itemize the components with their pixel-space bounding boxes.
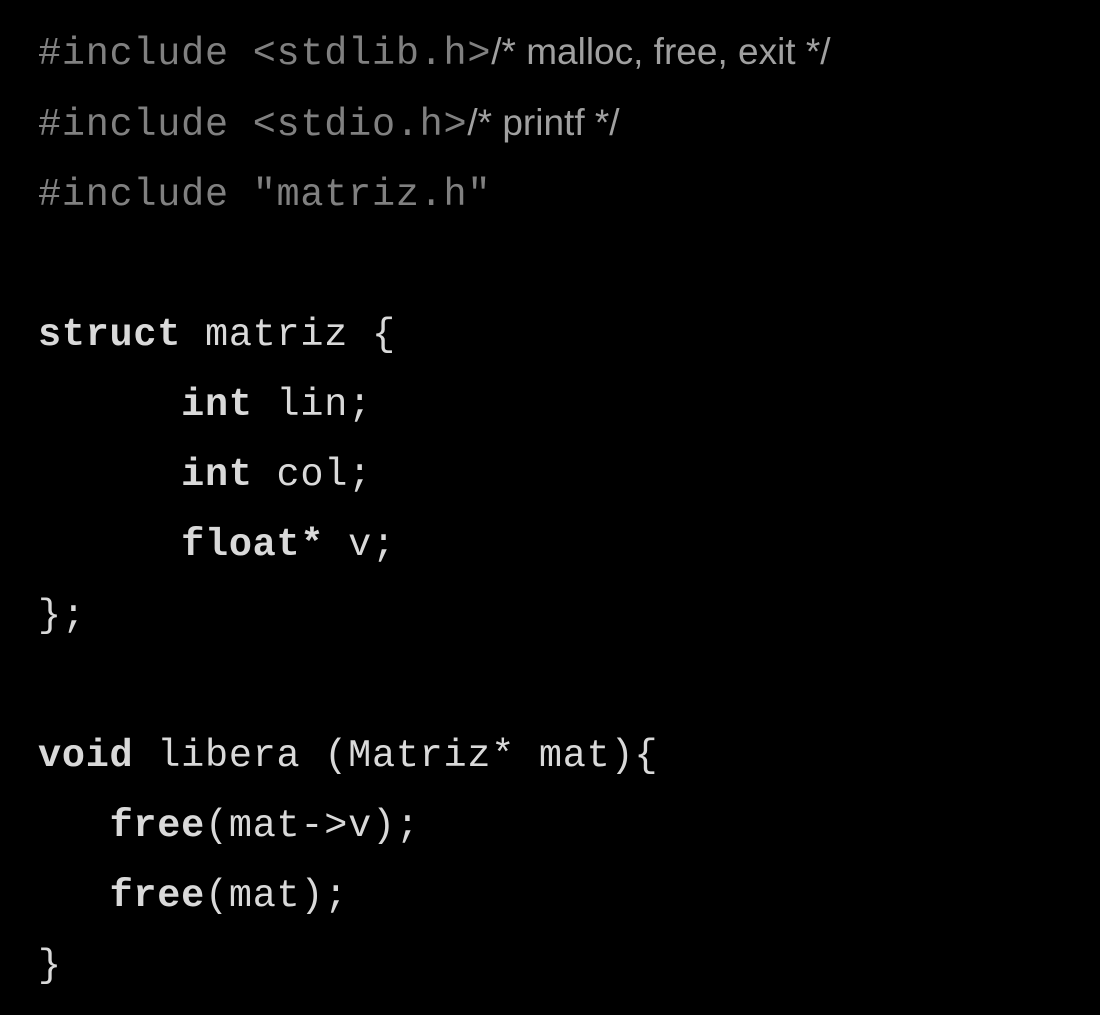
code-line: free(mat); (38, 861, 1070, 931)
identifier: v; (324, 523, 396, 567)
header-name: <stdlib.h> (253, 32, 492, 76)
code-line: float* v; (38, 510, 1070, 580)
preproc: #include (38, 32, 229, 76)
identifier: lin; (253, 383, 372, 427)
keyword-float: float* (181, 523, 324, 567)
header-name: <stdio.h> (253, 103, 468, 147)
arguments: (mat->v); (205, 804, 420, 848)
code-line-blank (38, 230, 1070, 300)
indent (38, 804, 110, 848)
code-line: struct matriz { (38, 300, 1070, 370)
call-free: free (110, 804, 205, 848)
arguments: (mat); (205, 874, 348, 918)
code-line-blank (38, 651, 1070, 721)
code-line: int col; (38, 440, 1070, 510)
indent (38, 453, 181, 497)
function-decl: libera (Matriz* mat){ (133, 734, 658, 778)
indent (38, 874, 110, 918)
code-line: #include <stdio.h>/* printf */ (38, 89, 1070, 160)
code-line: #include <stdlib.h>/* malloc, free, exit… (38, 18, 1070, 89)
preproc: #include (38, 173, 229, 217)
comment: /* printf */ (467, 102, 619, 143)
spacer (229, 103, 253, 147)
struct-name: matriz { (181, 313, 396, 357)
struct-close: }; (38, 594, 86, 638)
indent (38, 383, 181, 427)
code-line: #include "matriz.h" (38, 160, 1070, 230)
code-line: free(mat->v); (38, 791, 1070, 861)
function-close: } (38, 944, 62, 988)
keyword-struct: struct (38, 313, 181, 357)
comment: /* malloc, free, exit */ (491, 31, 830, 72)
code-line: int lin; (38, 370, 1070, 440)
code-line: }; (38, 581, 1070, 651)
spacer (229, 32, 253, 76)
indent (38, 523, 181, 567)
identifier: col; (253, 453, 372, 497)
code-block: #include <stdlib.h>/* malloc, free, exit… (0, 0, 1100, 1001)
keyword-void: void (38, 734, 133, 778)
code-line: } (38, 931, 1070, 1001)
keyword-int: int (181, 453, 253, 497)
spacer (229, 173, 253, 217)
preproc: #include (38, 103, 229, 147)
code-line: void libera (Matriz* mat){ (38, 721, 1070, 791)
call-free: free (110, 874, 205, 918)
header-name: "matriz.h" (253, 173, 492, 217)
keyword-int: int (181, 383, 253, 427)
